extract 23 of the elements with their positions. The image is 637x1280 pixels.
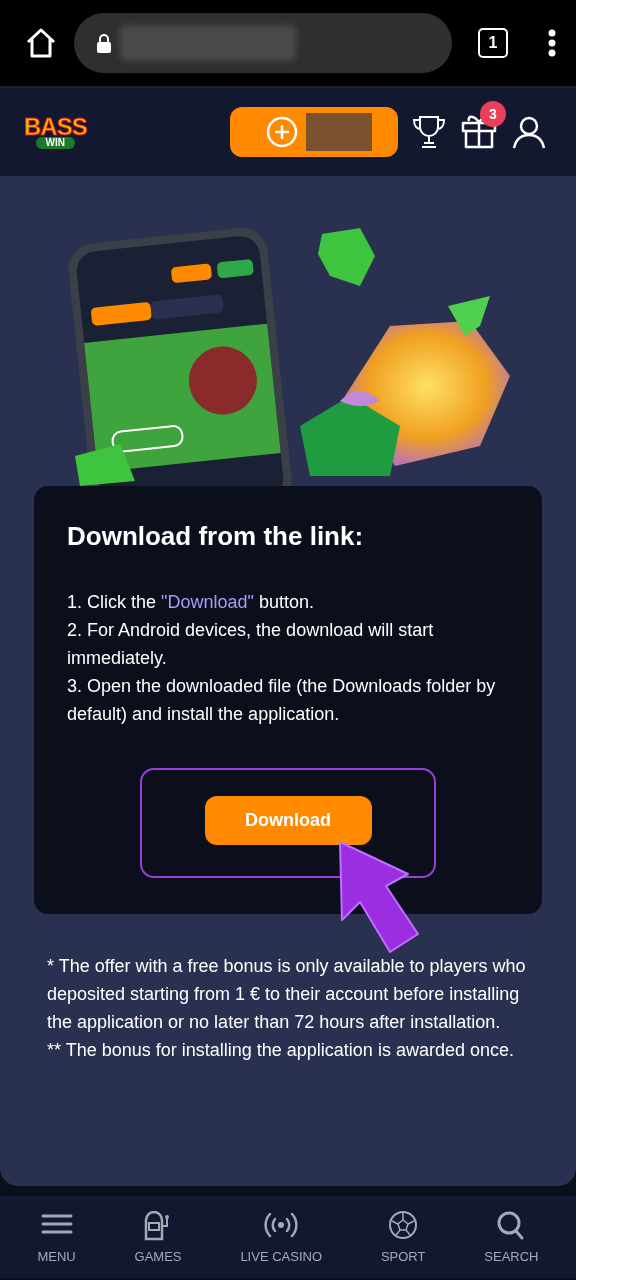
download-link[interactable]: "Download" (161, 592, 254, 612)
home-icon[interactable] (24, 26, 58, 60)
footnote-text: ** The bonus for installing the application is awarded once. (47, 1039, 515, 1062)
instruction-step: 3. Open the downloaded file (the Downloads folder by default) and install the application. (67, 672, 509, 728)
lock-icon (96, 33, 112, 53)
nav-item[interactable]: GAMES (134, 1210, 182, 1264)
card-title: Download from the link: (67, 520, 365, 552)
user-icon[interactable] (512, 115, 546, 149)
instruction-step: 1. Click the "Download" button. (67, 588, 509, 616)
footnote-text: * The offer with a free bonus is only available to players who deposited starting from 1 € to their account before installing the application or no later than 72 hours after installation. (47, 955, 527, 1034)
nav-item[interactable]: SPORT (380, 1210, 426, 1264)
site-logo[interactable]: BASS WIN (24, 115, 87, 149)
nav-item[interactable]: MENU (37, 1210, 76, 1264)
tab-count-button[interactable]: 1 (478, 28, 508, 58)
deposit-button[interactable] (230, 107, 398, 157)
plus-circle-icon (266, 116, 298, 148)
instruction-step: 2. For Android devices, the download will start immediately. (67, 616, 509, 672)
redacted-balance (306, 113, 372, 151)
trophy-icon[interactable] (412, 114, 446, 150)
nav-item[interactable]: SEARCH (484, 1210, 539, 1264)
notification-badge: 3 (480, 101, 506, 127)
more-icon[interactable] (548, 29, 556, 57)
nav-item[interactable]: LIVE CASINO (240, 1210, 323, 1264)
